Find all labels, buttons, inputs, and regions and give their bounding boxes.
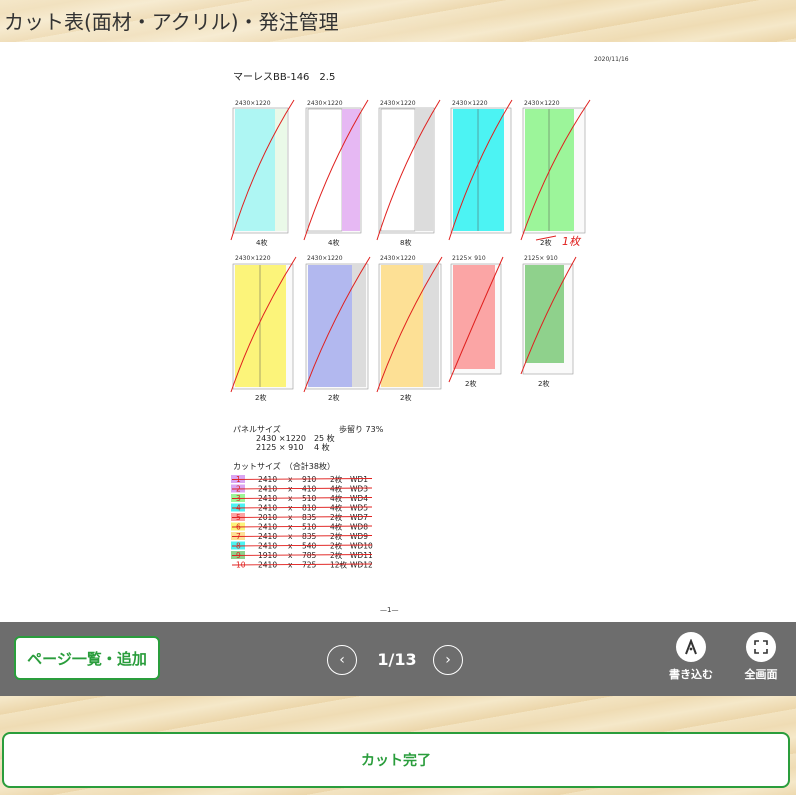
page-list-button[interactable]: ページ一覧・追加: [14, 636, 160, 680]
panel-count: 2枚: [328, 393, 339, 402]
cut-piece: [235, 265, 286, 387]
panel-count: 2枚: [465, 379, 476, 388]
page-footer: —1—: [380, 606, 398, 614]
fullscreen-label: 全画面: [744, 668, 778, 681]
cut-row-code: WD9: [350, 532, 368, 541]
document-date: 2020/11/16: [594, 56, 629, 63]
cut-row-b: 785: [302, 551, 317, 560]
cut-row-b: 910: [302, 475, 317, 484]
cut-piece: [453, 265, 495, 369]
document-title: マーレスBB-146 2.5: [233, 72, 335, 83]
panel-size-label: 2125× 910: [452, 255, 486, 262]
prev-page-button[interactable]: ‹: [327, 645, 357, 675]
chevron-right-icon: ›: [445, 652, 451, 668]
cut-row-code: WD4: [350, 494, 368, 503]
chevron-left-icon: ‹: [339, 652, 345, 668]
panel-size-label: 2430×1220: [380, 255, 416, 262]
write-button[interactable]: 書き込む: [663, 632, 719, 682]
cut-size-heading: カットサイズ （合計38枚）: [233, 461, 335, 471]
next-page-button[interactable]: ›: [433, 645, 463, 675]
panel-size-line: 2125 × 910 4 枚: [256, 442, 330, 452]
panel-size-label: 2430×1220: [380, 100, 416, 107]
cut-row-code: WD12: [350, 561, 373, 570]
page-indicator: 1/13: [377, 650, 417, 669]
fullscreen-icon: [746, 632, 776, 662]
cut-row-b: 510: [302, 494, 317, 503]
panel-size-label: 2430×1220: [235, 100, 271, 107]
cut-row-code: WD10: [350, 542, 373, 551]
cut-row-code: WD7: [350, 513, 368, 522]
cut-row-b: 835: [302, 513, 317, 522]
panel-count: 8枚: [400, 238, 411, 247]
panel-row-1: 2430×1220 4枚 2430×1220 4枚 2430×1220 8枚 2…: [232, 100, 586, 248]
panel-count: 4枚: [328, 238, 339, 247]
viewer-toolbar: ページ一覧・追加 ‹ 1/13 › 書き込む 全画面: [0, 622, 796, 696]
panel-size-label: 2430×1220: [307, 255, 343, 262]
handwritten-count: 1枚: [562, 235, 582, 248]
cut-size-table: 12410x9102枚WD122410x4104枚WD332410x5104枚W…: [231, 474, 373, 570]
fullscreen-button[interactable]: 全画面: [733, 632, 789, 682]
cut-row-code: WD1: [350, 475, 368, 484]
cut-row-code: WD3: [350, 485, 368, 494]
cut-row-b: 510: [302, 523, 317, 532]
cut-piece: [307, 108, 343, 232]
panel-count: 2枚: [400, 393, 411, 402]
cut-row-b: 410: [302, 485, 317, 494]
pen-icon: [676, 632, 706, 662]
panel-size-label: 2125× 910: [524, 255, 558, 262]
cut-row-b: 540: [302, 542, 317, 551]
cut-complete-button[interactable]: カット完了: [2, 732, 790, 788]
panel-size-line: 2430 ×1220 25 枚: [256, 433, 335, 443]
panel-count: 2枚: [255, 393, 266, 402]
cut-row-code: WD5: [350, 504, 368, 513]
panel-size-label: 2430×1220: [524, 100, 560, 107]
panel-size-label: 2430×1220: [235, 255, 271, 262]
write-label: 書き込む: [669, 668, 713, 681]
cut-piece: [381, 265, 423, 387]
yield-label: 歩留り 73%: [339, 424, 384, 434]
panel-count: 4枚: [256, 238, 267, 247]
cut-row-b: 835: [302, 532, 317, 541]
panel-size-label: 2430×1220: [452, 100, 488, 107]
document-page: 2020/11/16 マーレスBB-146 2.5 2430×1220 4枚 2…: [230, 56, 629, 614]
panel-count: 2枚: [538, 379, 549, 388]
cut-row-b: 810: [302, 504, 317, 513]
cut-row-code: WD11: [350, 551, 373, 560]
panel-size-heading: パネルサイズ: [233, 424, 281, 434]
cut-row-code: WD8: [350, 523, 368, 532]
document-viewer[interactable]: 2020/11/16 マーレスBB-146 2.5 2430×1220 4枚 2…: [0, 42, 796, 622]
page-title: カット表(面材・アクリル)・発注管理: [4, 10, 339, 34]
panel-size-label: 2430×1220: [307, 100, 343, 107]
cut-piece: [308, 265, 352, 387]
cut-piece: [235, 109, 275, 231]
cut-row-b: 725: [302, 561, 317, 570]
